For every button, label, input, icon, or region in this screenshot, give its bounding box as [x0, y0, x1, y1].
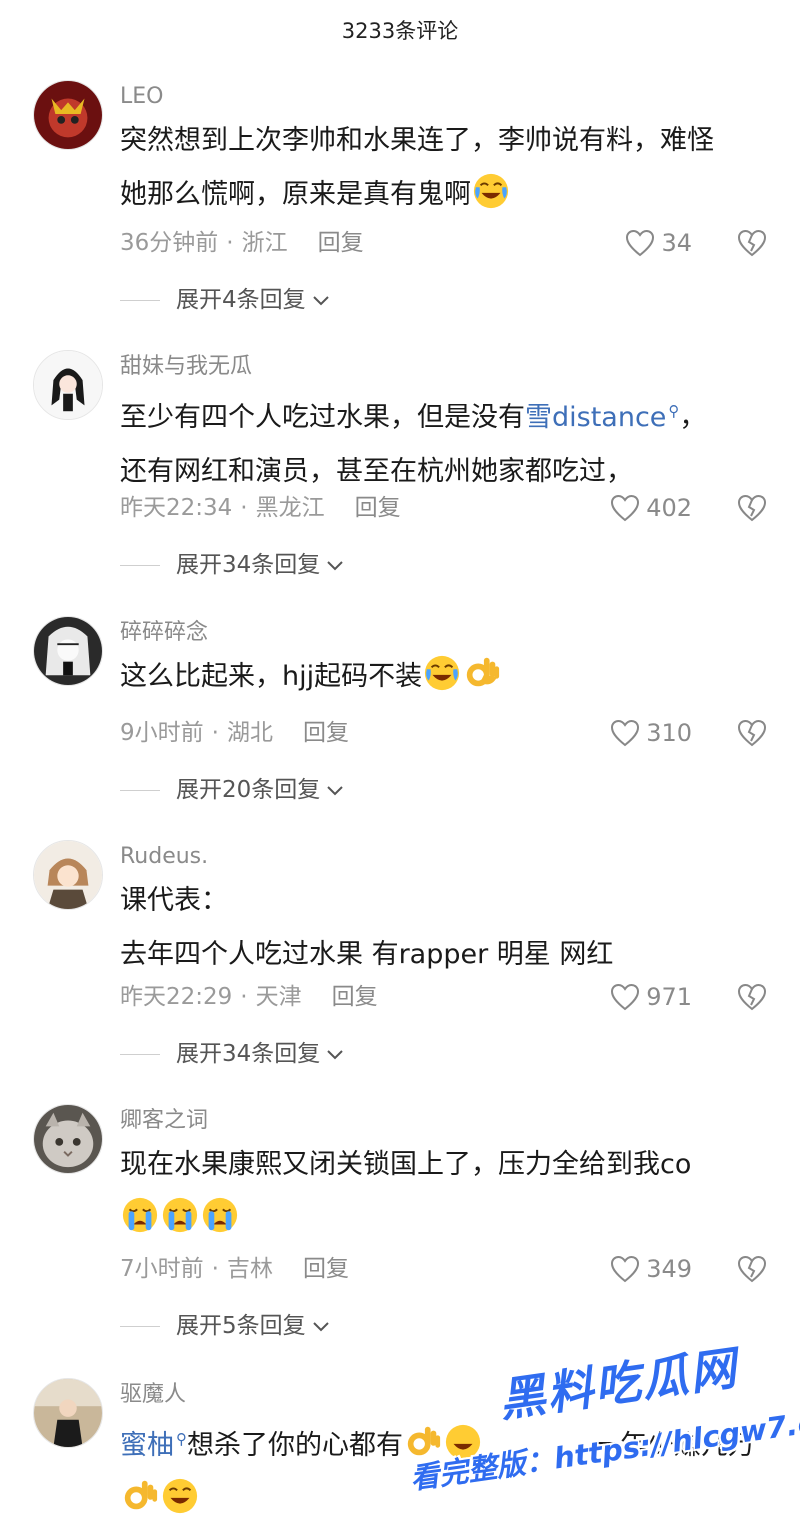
like-button[interactable]: 34: [625, 226, 692, 260]
expand-label: 展开34条回复: [176, 552, 321, 578]
expand-replies[interactable]: 展开34条回复: [120, 548, 344, 582]
comment-time: 7小时前: [120, 1256, 204, 1282]
chevron-down-icon: [326, 773, 344, 807]
crying-emoji: [161, 1196, 199, 1234]
like-button[interactable]: 402: [610, 491, 692, 525]
reply-button[interactable]: 回复: [303, 1256, 349, 1282]
like-count: 971: [646, 983, 692, 1011]
comment-meta: 昨天22:29 · 天津 回复: [120, 984, 378, 1010]
laugh-cry-emoji: [472, 172, 510, 210]
avatar[interactable]: [33, 80, 103, 150]
reply-button[interactable]: 回复: [303, 720, 349, 746]
comment-line: 现在水果康熙又闭关锁国上了，压力全给到我co: [120, 1149, 692, 1180]
heart-icon: [610, 719, 640, 747]
comment-text: 这么比起来，hjj起码不装: [120, 650, 780, 704]
reply-button[interactable]: 回复: [332, 984, 378, 1010]
comment-text: 至少有四个人吃过水果，但是没有雪distance ⚲， 还有网红和演员，甚至在杭州…: [120, 384, 780, 499]
comment-text: 课代表： 去年四个人吃过水果 有rapper 明星 网红: [120, 874, 780, 982]
ok-hand-emoji: [463, 654, 501, 692]
like-count: 402: [646, 494, 692, 522]
reply-button[interactable]: 回复: [318, 230, 364, 256]
expand-label: 展开5条回复: [176, 1313, 306, 1339]
chevron-down-icon: [326, 1037, 344, 1071]
expand-replies[interactable]: 展开4条回复: [120, 283, 330, 317]
comment-meta: 昨天22:34 · 黑龙江 回复: [120, 495, 401, 521]
expand-label: 展开4条回复: [176, 287, 306, 313]
expand-replies[interactable]: 展开20条回复: [120, 773, 344, 807]
comment-username[interactable]: LEO: [120, 82, 163, 112]
heart-icon: [610, 1255, 640, 1283]
like-count: 349: [646, 1255, 692, 1283]
avatar[interactable]: [33, 1378, 103, 1448]
comment-username[interactable]: 碎碎碎念: [120, 618, 208, 648]
comment-time: 36分钟前: [120, 230, 219, 256]
like-button[interactable]: 971: [610, 980, 692, 1014]
avatar[interactable]: [33, 350, 103, 420]
reply-button[interactable]: 回复: [355, 495, 401, 521]
expand-label: 展开34条回复: [176, 1041, 321, 1067]
broken-heart-icon: [737, 719, 767, 747]
mention-link[interactable]: 蜜柚: [120, 1430, 174, 1461]
comment-line: 这么比起来，hjj起码不装: [120, 650, 780, 704]
chevron-down-icon: [312, 283, 330, 317]
dislike-button[interactable]: [737, 983, 767, 1011]
comment-location: 黑龙江: [255, 495, 325, 521]
like-button[interactable]: 349: [610, 1252, 692, 1286]
comment-meta: 7小时前 · 吉林 回复: [120, 1256, 349, 1282]
heart-icon: [610, 983, 640, 1011]
broken-heart-icon: [737, 229, 767, 257]
chevron-down-icon: [326, 548, 344, 582]
comment-username[interactable]: 卿客之词: [120, 1106, 208, 1136]
avatar[interactable]: [33, 1104, 103, 1174]
ok-hand-emoji: [121, 1477, 159, 1515]
heart-icon: [610, 494, 640, 522]
crying-emoji: [121, 1196, 159, 1234]
comment-text: 现在水果康熙又闭关锁国上了，压力全给到我co: [120, 1138, 780, 1246]
dislike-button[interactable]: [737, 1255, 767, 1283]
comment-time: 9小时前: [120, 720, 204, 746]
comment-location: 湖北: [226, 720, 273, 746]
comment-line: 她那么慌啊，原来是真有鬼啊: [120, 168, 780, 222]
comment-username[interactable]: 甜妹与我无瓜: [120, 352, 252, 382]
search-icon: ⚲: [668, 402, 680, 420]
expand-replies[interactable]: 展开5条回复: [120, 1309, 330, 1343]
expand-label: 展开20条回复: [176, 777, 321, 803]
comment-line: 至少有四个人吃过水果，但是没有雪distance ⚲，: [120, 402, 707, 433]
crying-emoji: [201, 1196, 239, 1234]
comment-line: [120, 1192, 780, 1246]
search-icon: ⚲: [176, 1430, 187, 1448]
like-count: 310: [646, 719, 692, 747]
dislike-button[interactable]: [737, 719, 767, 747]
like-button[interactable]: 310: [610, 716, 692, 750]
comment-text: 突然想到上次李帅和水果连了，李帅说有料，难怪 她那么慌啊，原来是真有鬼啊: [120, 114, 780, 222]
watermark: 黑料吃瓜网 看完整版：https://hlcgw7.com: [400, 1341, 800, 1508]
comment-line: 突然想到上次李帅和水果连了，李帅说有料，难怪: [120, 125, 714, 156]
comment-line: 课代表：: [120, 885, 228, 916]
comment-time: 昨天22:29: [120, 984, 233, 1010]
expand-replies[interactable]: 展开34条回复: [120, 1037, 344, 1071]
broken-heart-icon: [737, 1255, 767, 1283]
comment-location: 浙江: [241, 230, 288, 256]
comment-meta: 36分钟前 · 浙江 回复: [120, 230, 364, 256]
like-count: 34: [661, 229, 692, 257]
comment-username[interactable]: Rudeus.: [120, 842, 208, 872]
comment-count-title: 3233条评论: [341, 19, 459, 43]
laugh-cry-emoji: [423, 654, 461, 692]
heart-icon: [625, 229, 655, 257]
comment-time: 昨天22:34: [120, 495, 233, 521]
topic-link[interactable]: 雪distance: [525, 402, 666, 433]
comment-line: 去年四个人吃过水果 有rapper 明星 网红: [120, 939, 614, 970]
chevron-down-icon: [312, 1309, 330, 1343]
comment-username[interactable]: 驱魔人: [120, 1380, 186, 1410]
broken-heart-icon: [737, 494, 767, 522]
broken-heart-icon: [737, 983, 767, 1011]
laugh-cry-emoji: [161, 1477, 199, 1515]
avatar[interactable]: [33, 840, 103, 910]
avatar[interactable]: [33, 616, 103, 686]
comment-location: 天津: [255, 984, 302, 1010]
comment-meta: 9小时前 · 湖北 回复: [120, 720, 349, 746]
comment-location: 吉林: [226, 1256, 273, 1282]
dislike-button[interactable]: [737, 494, 767, 522]
dislike-button[interactable]: [737, 229, 767, 257]
